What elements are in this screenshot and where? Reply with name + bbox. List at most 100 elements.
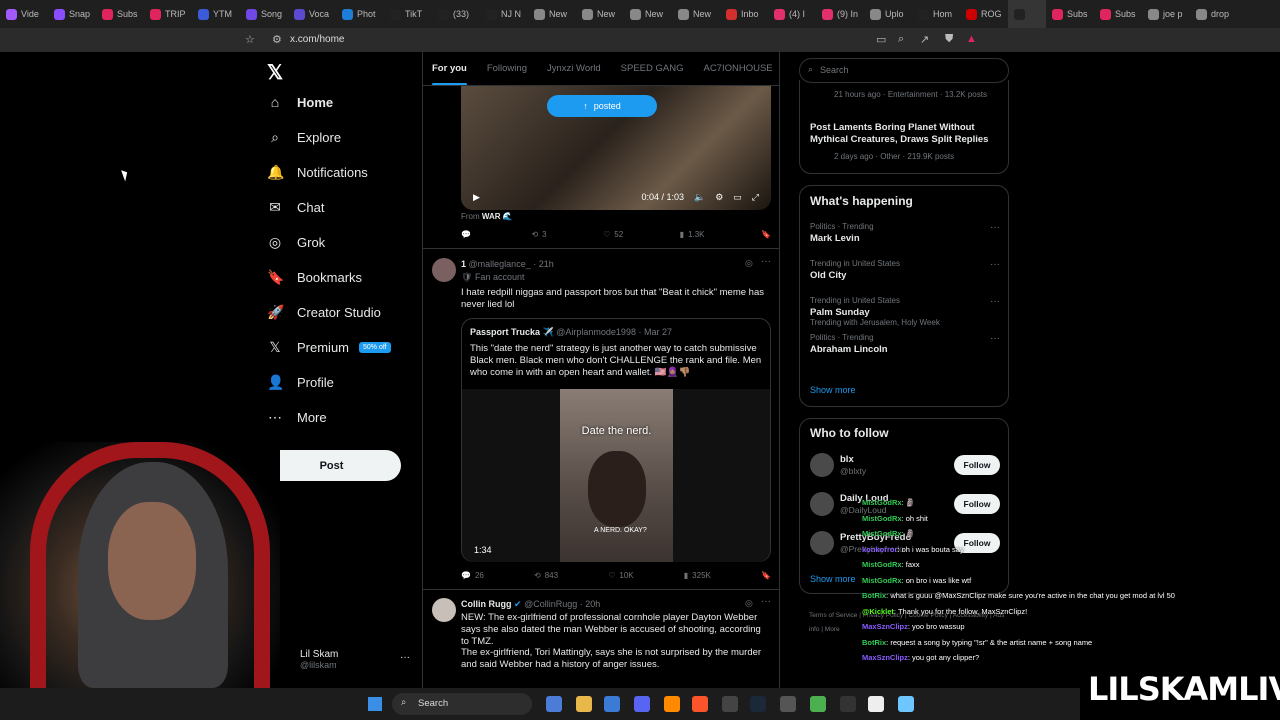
pip-icon[interactable]: ▭ [733, 192, 742, 203]
trend-item[interactable]: Politics · Trending Abraham Lincoln ··· [810, 333, 1000, 355]
sidebar-item-explore[interactable]: ⌕ Explore [267, 129, 341, 146]
sidebar-item-creator-studio[interactable]: 🚀 Creator Studio [267, 304, 381, 321]
browser-tab[interactable]: Hom [912, 0, 960, 28]
sidebar-item-more[interactable]: ⋯ More [267, 409, 327, 426]
avatar[interactable] [432, 598, 456, 622]
browser-tab[interactable]: Snap [48, 0, 96, 28]
app-icon[interactable] [780, 696, 796, 712]
more-icon[interactable]: ··· [990, 222, 1000, 233]
windows-start-icon[interactable] [368, 697, 382, 711]
feed-tab[interactable]: AC7IONHOUSE [703, 63, 772, 74]
fullscreen-icon[interactable]: ⤢ [752, 192, 759, 203]
feed-tab[interactable]: SPEED GANG [621, 63, 684, 74]
play-icon[interactable]: ▶ [473, 192, 480, 203]
follow-button[interactable]: Follow [954, 455, 1000, 475]
author-handle[interactable]: @CollinRugg [524, 599, 577, 609]
browser-tab[interactable]: joe p [1142, 0, 1190, 28]
browser-tab[interactable]: Subs [96, 0, 144, 28]
follow-suggestion[interactable]: blx @blxty Follow [810, 453, 1000, 481]
sidebar-item-notifications[interactable]: 🔔 Notifications [267, 164, 368, 181]
browser-tab[interactable]: New [624, 0, 672, 28]
volume-icon[interactable]: 🔈 [694, 192, 705, 203]
browser-tab[interactable]: New [576, 0, 624, 28]
share-icon[interactable]: ↗ [920, 33, 929, 46]
store-icon[interactable] [604, 696, 620, 712]
browser-tab[interactable]: (33) [432, 0, 480, 28]
notepad-icon[interactable] [898, 696, 914, 712]
browser-tab[interactable]: drop [1190, 0, 1238, 28]
repost-button[interactable]: ⟲ 843 [534, 571, 558, 580]
x-logo-icon[interactable]: 𝕏 [267, 60, 283, 85]
app-icon[interactable] [840, 696, 856, 712]
trend-item[interactable]: Trending in United States Old City ··· [810, 259, 1000, 281]
browser-tab[interactable]: ROG [960, 0, 1008, 28]
browser-tab[interactable]: Phot [336, 0, 384, 28]
like-button[interactable]: ♡ 10K [608, 571, 633, 580]
browser-tab[interactable]: YTM [192, 0, 240, 28]
avatar[interactable] [810, 453, 834, 477]
taskbar-search[interactable]: ⌕ Search [392, 693, 532, 715]
show-more-link[interactable]: Show more [810, 385, 856, 395]
bookmark-button[interactable]: 🔖 [761, 230, 771, 239]
avatar[interactable] [432, 258, 456, 282]
discord-icon[interactable] [634, 696, 650, 712]
browser-tab[interactable]: Subs [1094, 0, 1142, 28]
browser-tab[interactable]: (4) I [768, 0, 816, 28]
post-time[interactable]: 20h [585, 599, 600, 609]
grok-icon[interactable]: ◎ [745, 258, 753, 269]
bookmark-button[interactable]: 🔖 [761, 571, 771, 580]
account-more-icon[interactable]: ··· [400, 652, 410, 663]
author-name[interactable]: Collin Rugg [461, 599, 512, 609]
post-button[interactable]: Post [262, 450, 401, 481]
obs-icon[interactable] [722, 696, 738, 712]
browser-tab[interactable]: New [672, 0, 720, 28]
app-icon[interactable] [868, 696, 884, 712]
browser-tab[interactable] [1008, 0, 1046, 28]
trend-item[interactable]: Trending in United States Palm Sunday Tren… [810, 296, 1000, 327]
browser-tab[interactable]: TikT [384, 0, 432, 28]
sidebar-item-bookmarks[interactable]: 🔖 Bookmarks [267, 269, 362, 286]
steam-icon[interactable] [750, 696, 766, 712]
file-explorer-icon[interactable] [576, 696, 592, 712]
more-icon[interactable]: ··· [990, 333, 1000, 344]
account-switcher[interactable]: Lil Skam @lilskam [300, 649, 338, 670]
browser-tab[interactable]: Voca [288, 0, 336, 28]
show-more-link[interactable]: Show more [810, 574, 856, 584]
author-name[interactable]: 1 [461, 259, 466, 269]
feed-tab[interactable]: For you [432, 63, 467, 85]
new-posts-pill[interactable]: ↑ posted [547, 95, 657, 117]
quote-video[interactable]: Date the nerd. A NERD. OKAY? 1:34 [462, 389, 770, 562]
site-settings-icon[interactable]: ⚙ [272, 33, 282, 46]
browser-tab[interactable]: New [528, 0, 576, 28]
browser-tab[interactable]: TRIP [144, 0, 192, 28]
more-icon[interactable]: ··· [990, 259, 1000, 270]
more-icon[interactable]: ··· [761, 596, 771, 607]
quoted-post[interactable]: Passport Trucka ✈️ @Airplanmode1998 · Ma… [461, 318, 771, 562]
post-time[interactable]: 21h [539, 259, 554, 269]
browser-tab[interactable]: (9) In [816, 0, 864, 28]
sidebar-item-home[interactable]: ⌂ Home [267, 94, 333, 110]
browser-tab[interactable]: Subs [1046, 0, 1094, 28]
copilot-icon[interactable] [546, 696, 562, 712]
grok-icon[interactable]: ◎ [745, 598, 753, 609]
avatar[interactable] [810, 492, 834, 516]
trend-title[interactable]: Post Laments Boring Planet Without Mythi… [810, 122, 990, 146]
bookmark-star-icon[interactable]: ☆ [245, 33, 255, 46]
feed-tab[interactable]: Jynxzi World [547, 63, 601, 74]
repost-button[interactable]: ⟲ 3 [531, 230, 546, 239]
browser-tab[interactable]: Uplo [864, 0, 912, 28]
views-button[interactable]: ▮ 325K [684, 571, 711, 580]
author-handle[interactable]: @malleglance_ [469, 259, 531, 269]
sidebar-item-chat[interactable]: ✉ Chat [267, 199, 324, 216]
avatar[interactable] [810, 531, 834, 555]
feed-tab[interactable]: Following [487, 63, 527, 74]
from-name[interactable]: WAR 🌊 [482, 212, 513, 221]
browser-tab[interactable]: Vide [0, 0, 48, 28]
zoom-icon[interactable]: ⌕ [898, 33, 904, 46]
shield-icon[interactable]: ⛊ [945, 33, 953, 46]
sidebar-item-profile[interactable]: 👤 Profile [267, 374, 334, 391]
browser-tab[interactable]: Song [240, 0, 288, 28]
trend-item[interactable]: Politics · Trending Mark Levin ··· [810, 222, 1000, 244]
reply-button[interactable]: 💬 26 [461, 571, 484, 580]
like-button[interactable]: ♡ 52 [603, 230, 623, 239]
